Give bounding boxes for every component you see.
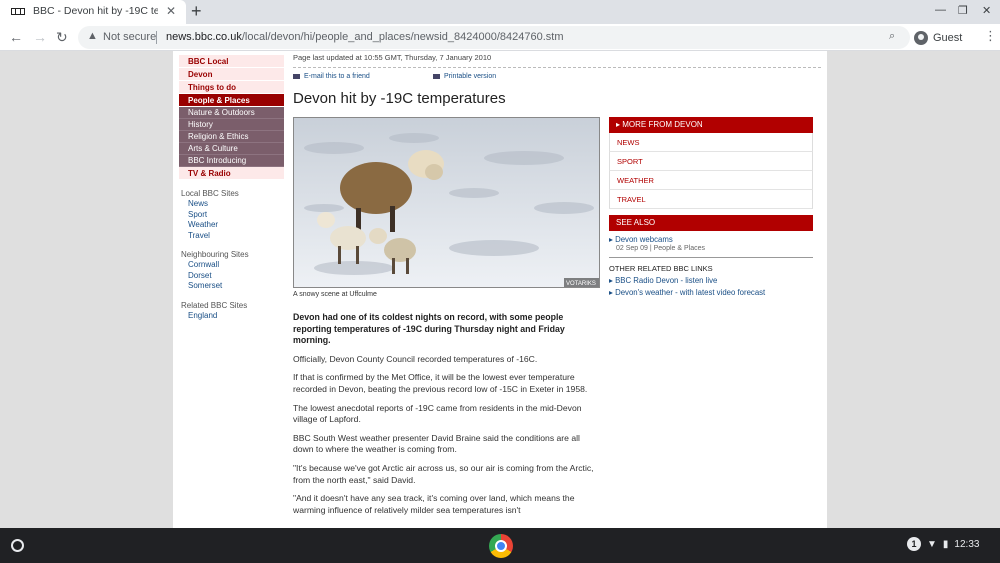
- more-menu-icon[interactable]: ⋮: [984, 28, 997, 44]
- bbc-favicon-icon: [11, 8, 25, 15]
- tab-title: BBC - Devon hit by -19C temperatures: [33, 5, 158, 17]
- security-label[interactable]: Not secure: [103, 31, 156, 43]
- more-link-travel[interactable]: TRAVEL: [609, 190, 813, 209]
- related-link-england[interactable]: England: [179, 311, 284, 322]
- wifi-icon: ▼: [927, 538, 937, 550]
- article-photo: VOTARIKS: [293, 117, 600, 288]
- see-also-link[interactable]: ▸ Devon webcams: [609, 235, 813, 244]
- url-text[interactable]: news.bbc.co.uk/local/devon/hi/people_and…: [166, 31, 564, 43]
- neighbour-link-somerset[interactable]: Somerset: [179, 281, 284, 292]
- left-navigation: BBC Local Devon Things to do People & Pl…: [179, 55, 284, 321]
- reload-icon[interactable]: ↻: [56, 29, 68, 46]
- os-shelf: 1 ▼ ▮ 12:33: [0, 528, 1000, 563]
- email-link[interactable]: E-mail this to a friend: [293, 73, 370, 80]
- nav-item-tv-radio[interactable]: TV & Radio: [179, 167, 284, 180]
- back-icon[interactable]: ←: [9, 29, 23, 45]
- related-heading: Related BBC Sites: [181, 300, 248, 310]
- local-link-travel[interactable]: Travel: [179, 231, 284, 242]
- window-close-icon[interactable]: ✕: [982, 4, 991, 17]
- address-bar[interactable]: ▲ Not secure news.bbc.co.uk/local/devon/…: [78, 26, 910, 49]
- article-paragraph: BBC South West weather presenter David B…: [293, 432, 580, 455]
- other-link-radio[interactable]: ▸ BBC Radio Devon - listen live: [609, 276, 813, 285]
- clock: 12:33: [954, 538, 980, 550]
- article-body: Devon had one of its coldest nights on r…: [293, 312, 598, 523]
- other-link-weather[interactable]: ▸ Devon's weather - with latest video fo…: [609, 288, 813, 297]
- more-link-sport[interactable]: SPORT: [609, 152, 813, 171]
- nav-item-things-to-do[interactable]: Things to do: [179, 81, 284, 94]
- more-from-devon-heading: ▸ MORE FROM DEVON: [609, 117, 813, 133]
- article-headline: Devon hit by -19C temperatures: [293, 90, 506, 107]
- page-viewport: BBC Local Devon Things to do People & Pl…: [0, 51, 1000, 528]
- browser-toolbar: ← → ↻ ▲ Not secure news.bbc.co.uk/local/…: [0, 24, 1000, 51]
- divider: [609, 257, 813, 258]
- last-updated: Page last updated at 10:55 GMT, Thursday…: [293, 53, 492, 62]
- printer-icon: [433, 73, 440, 79]
- article-paragraph: Officially, Devon County Council recorde…: [293, 353, 538, 364]
- neighbouring-heading: Neighbouring Sites: [181, 250, 249, 259]
- avatar-icon: [914, 30, 928, 45]
- nav-item-bbc-local[interactable]: BBC Local: [179, 55, 284, 68]
- tab-close-icon[interactable]: ✕: [166, 4, 176, 18]
- profile-label: Guest: [933, 31, 963, 44]
- nav-sub-religion[interactable]: Religion & Ethics: [179, 131, 284, 143]
- right-column: ▸ MORE FROM DEVON NEWS SPORT WEATHER TRA…: [609, 117, 813, 297]
- nav-sub-arts[interactable]: Arts & Culture: [179, 143, 284, 155]
- print-link[interactable]: Printable version: [433, 73, 496, 80]
- local-sites-heading: Local BBC Sites: [181, 189, 239, 198]
- nav-item-people-places[interactable]: People & Places: [179, 94, 284, 107]
- nav-sub-nature[interactable]: Nature & Outdoors: [179, 107, 284, 119]
- nav-sub-history[interactable]: History: [179, 119, 284, 131]
- search-icon[interactable]: ⌕: [889, 30, 895, 43]
- neighbour-link-dorset[interactable]: Dorset: [179, 271, 284, 282]
- divider: [293, 67, 821, 68]
- bbc-page: BBC Local Devon Things to do People & Pl…: [173, 51, 827, 528]
- profile-button[interactable]: Guest: [914, 28, 962, 47]
- photo-credit: VOTARIKS: [566, 281, 596, 287]
- email-icon: [293, 73, 300, 79]
- battery-icon: ▮: [942, 538, 949, 550]
- status-tray[interactable]: 1 ▼ ▮ 12:33: [907, 537, 979, 551]
- local-link-sport[interactable]: Sport: [179, 210, 284, 221]
- see-also-meta: 02 Sep 09 | People & Places: [616, 245, 705, 252]
- notification-badge: 1: [907, 537, 921, 551]
- nav-item-devon[interactable]: Devon: [179, 68, 284, 81]
- article-paragraph: "It's because we've got Arctic air acros…: [293, 462, 594, 485]
- local-link-news[interactable]: News: [179, 199, 284, 210]
- article-paragraph: If that is confirmed by the Met Office, …: [293, 372, 588, 394]
- photo-caption: A snowy scene at Uffculme: [293, 291, 377, 298]
- new-tab-button[interactable]: +: [191, 1, 202, 22]
- minimize-icon[interactable]: —: [935, 4, 946, 16]
- nav-sub-introducing[interactable]: BBC Introducing: [179, 155, 284, 167]
- more-link-news[interactable]: NEWS: [609, 133, 813, 152]
- tab-strip: BBC - Devon hit by -19C temperatures ✕ +…: [0, 0, 1000, 24]
- browser-tab[interactable]: BBC - Devon hit by -19C temperatures ✕: [0, 0, 186, 24]
- omnibox-divider: [156, 31, 157, 44]
- neighbour-link-cornwall[interactable]: Cornwall: [179, 260, 284, 271]
- launcher-icon[interactable]: [11, 539, 24, 552]
- see-also-heading: SEE ALSO: [609, 215, 813, 231]
- article-paragraph: The lowest anecdotal reports of -19C cam…: [293, 402, 582, 425]
- restore-icon[interactable]: ❐: [958, 4, 968, 17]
- other-links-heading: OTHER RELATED BBC LINKS: [609, 264, 713, 273]
- local-link-weather[interactable]: Weather: [179, 220, 284, 231]
- more-link-weather[interactable]: WEATHER: [609, 171, 813, 190]
- warning-icon[interactable]: ▲: [87, 30, 98, 42]
- chrome-icon[interactable]: [489, 534, 513, 558]
- forward-icon[interactable]: →: [33, 29, 47, 45]
- article-lead: Devon had one of its coldest nights on r…: [293, 312, 565, 346]
- article-paragraph: "And it doesn't have any sea track, it's…: [293, 493, 575, 515]
